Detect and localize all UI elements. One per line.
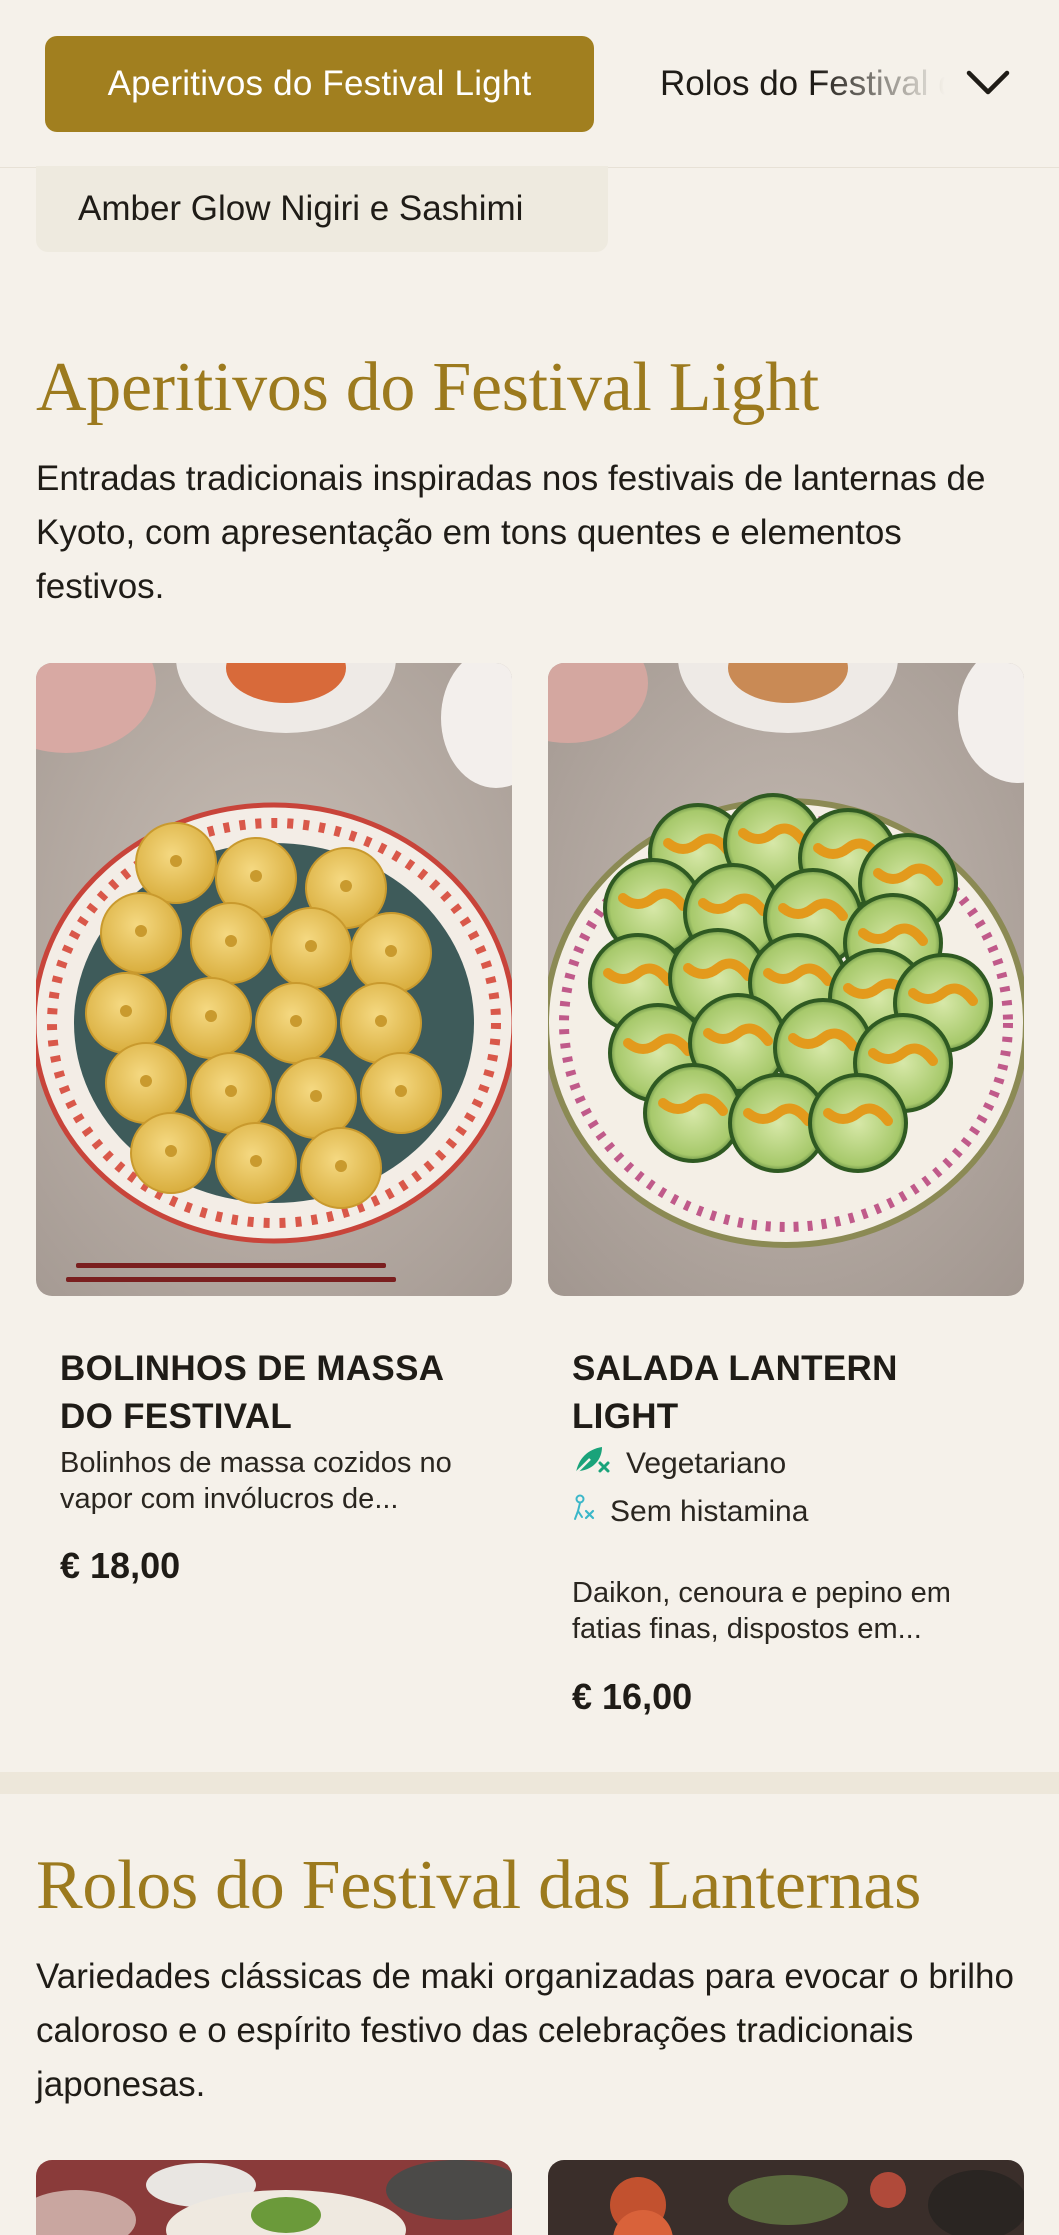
menu-item-price: € 18,00 [60, 1545, 181, 1586]
section-title: Rolos do Festival das Lanternas [36, 1847, 922, 1924]
section-description: Variedades clássicas de maki organizadas… [36, 1957, 1014, 2104]
histamine-free-icon [572, 1493, 596, 1531]
maki-photo [36, 2160, 512, 2235]
leaf-icon [572, 1443, 612, 1485]
tag-label: Vegetariano [626, 1447, 787, 1480]
chevron-down-icon[interactable] [963, 58, 1013, 108]
section-divider [0, 1772, 1059, 1794]
tab-aperitivos[interactable]: Aperitivos do Festival Light [45, 36, 594, 132]
salad-photo [548, 663, 1024, 1296]
menu-item-card[interactable] [548, 2160, 1024, 2235]
menu-item-description: Bolinhos de massa cozidos no vapor com i… [60, 1447, 452, 1515]
menu-item-description: Daikon, cenoura e pepino em fatias finas… [572, 1577, 951, 1645]
tab-nigiri-sashimi[interactable]: Amber Glow Nigiri e Sashimi [36, 166, 608, 252]
menu-item-name: Salada Lantern Light [572, 1349, 898, 1436]
maki-photo [548, 2160, 1024, 2235]
section-title: Aperitivos do Festival Light [36, 349, 819, 426]
dumplings-photo [36, 663, 512, 1296]
tab-rolos[interactable]: Rolos do Festival das Lanternas [660, 36, 945, 132]
menu-item-name: Bolinhos de massa do festival [60, 1349, 443, 1436]
tag-label: Sem histamina [610, 1495, 809, 1528]
section-description: Entradas tradicionais inspiradas nos fes… [36, 459, 986, 606]
menu-item-card[interactable]: Bolinhos de massa do festival Bolinhos d… [36, 663, 512, 1623]
menu-item-card[interactable]: Salada Lantern Light Vegetariano Sem his… [548, 663, 1024, 1753]
dietary-tag: Vegetariano [572, 1443, 786, 1485]
dietary-tag: Sem histamina [572, 1493, 808, 1531]
menu-item-price: € 16,00 [572, 1676, 693, 1717]
menu-item-card[interactable] [36, 2160, 512, 2235]
category-nav: Aperitivos do Festival Light Rolos do Fe… [0, 0, 1059, 168]
